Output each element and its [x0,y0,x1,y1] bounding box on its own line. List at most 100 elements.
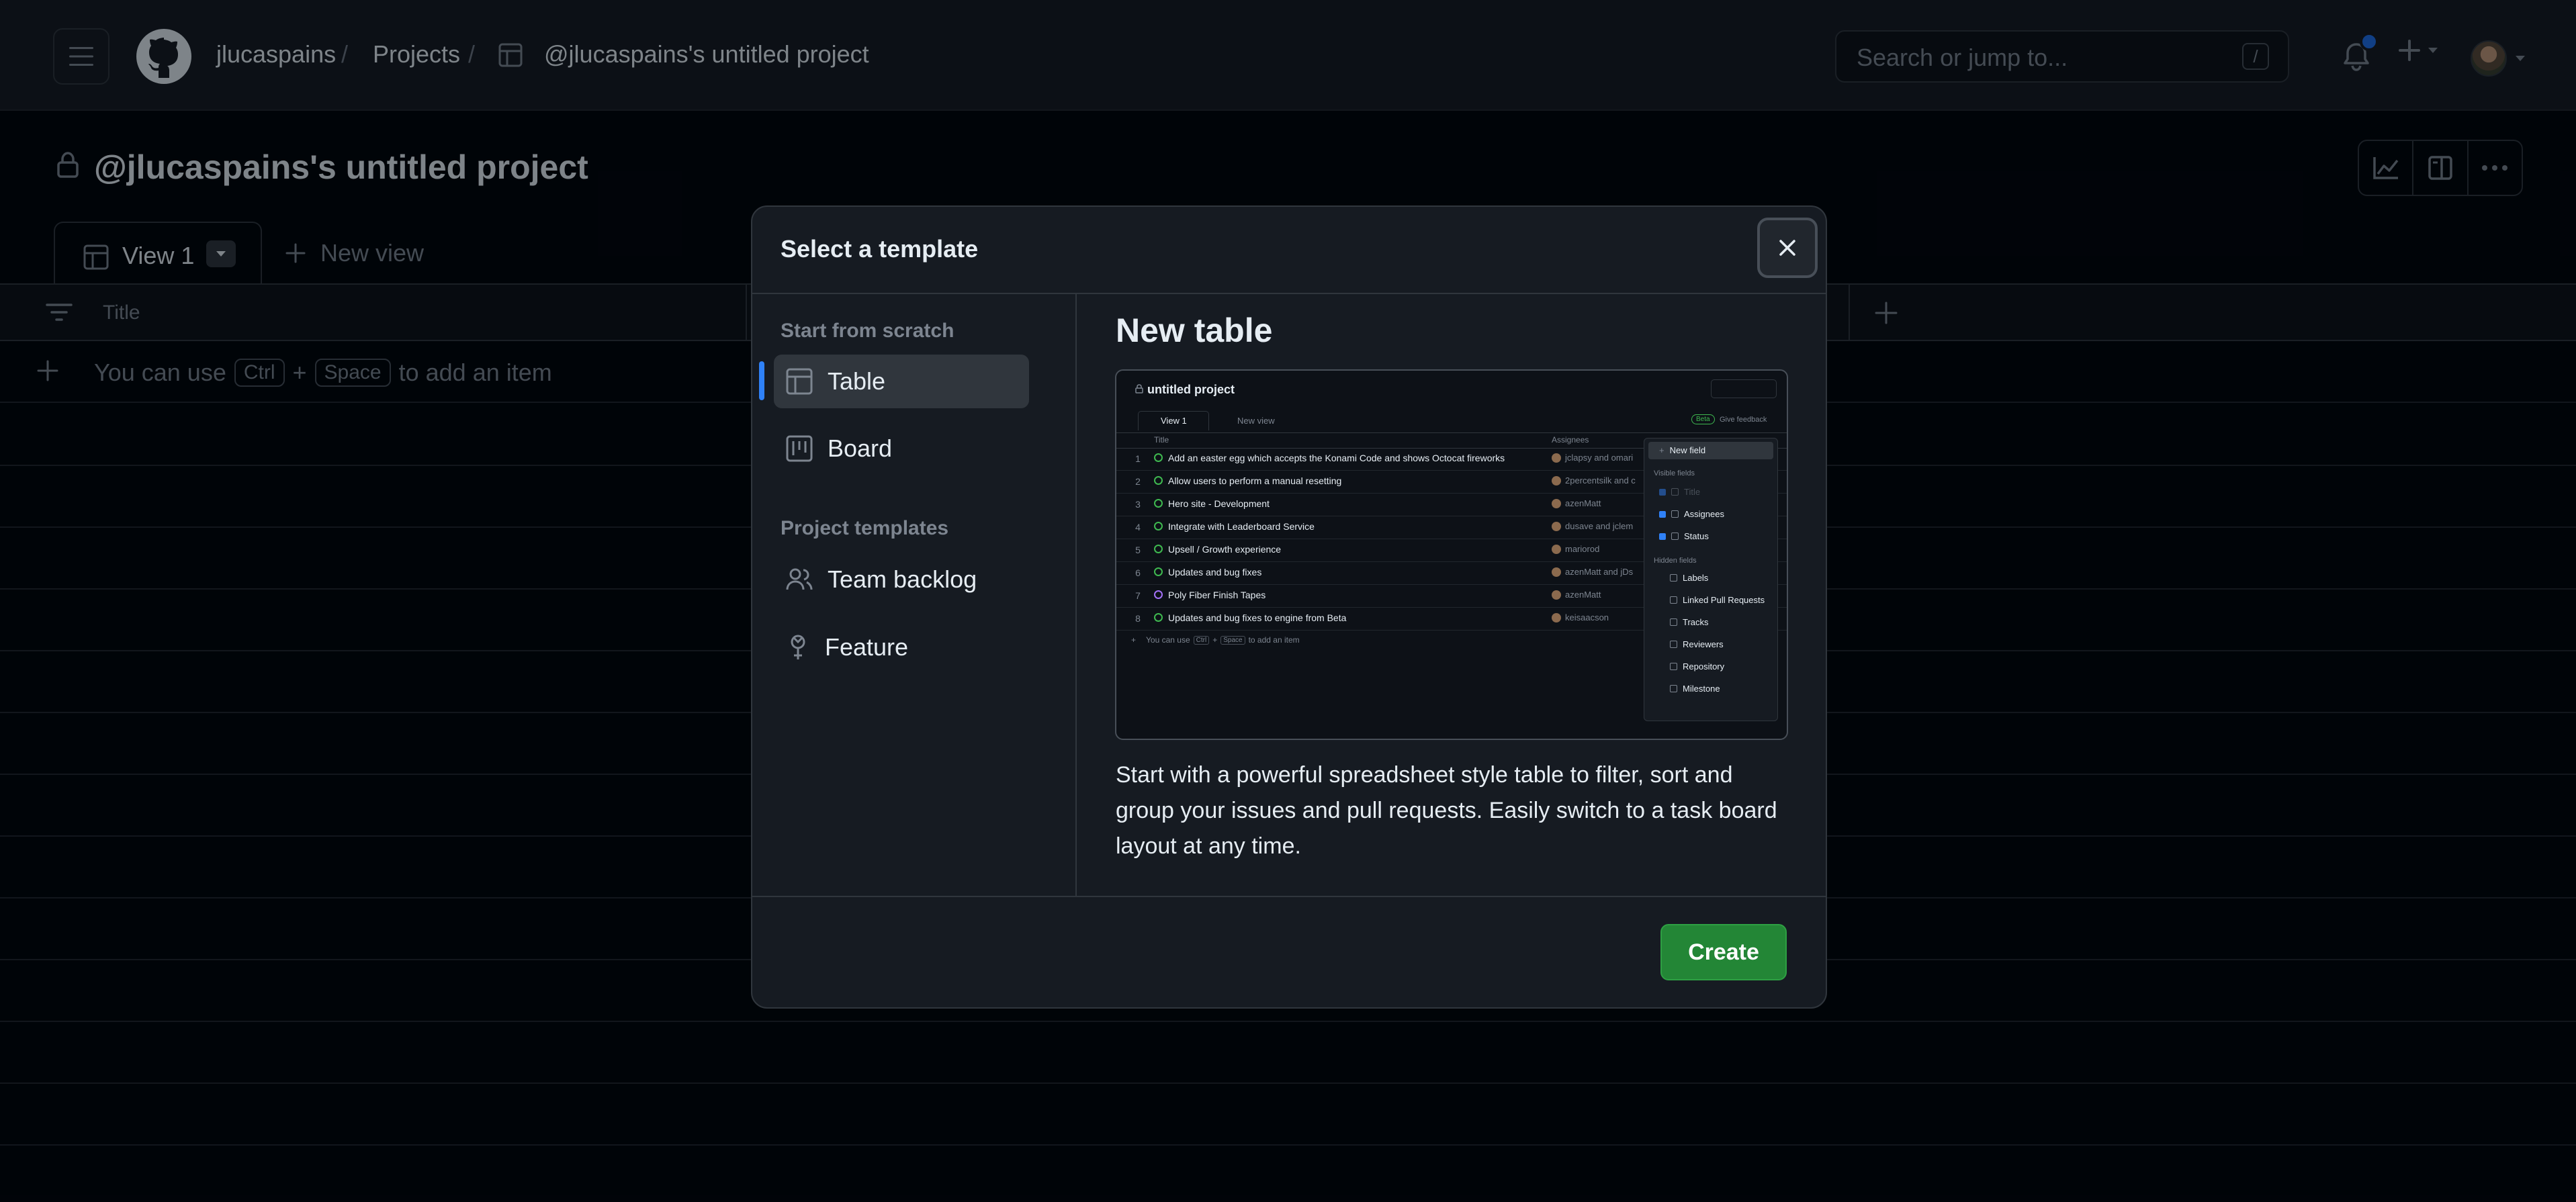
row-assignees: 2percentsilk and c [1552,475,1636,486]
menu-section-heading: Visible fields [1654,469,1695,477]
avatar [1552,498,1561,508]
menu-label: Milestone [1683,684,1720,694]
row-assignees: dusave and jclem [1552,521,1633,531]
row-num: 3 [1135,499,1141,510]
board-icon [786,435,813,462]
field-icon [1670,618,1677,626]
row-num: 1 [1135,453,1141,464]
issue-open-icon [1154,453,1163,462]
menu-item: Milestone [1670,684,1720,694]
menu-label: Labels [1683,573,1709,583]
template-preview: untitled project View 1 New view Beta Gi… [1115,369,1788,740]
divider [752,896,1826,897]
field-icon [1670,574,1677,582]
row-title: Integrate with Leaderboard Service [1168,521,1315,532]
template-team-backlog[interactable]: Team backlog [774,553,1029,606]
space-key: Space [1220,635,1245,645]
field-icon [1671,533,1679,540]
issue-open-icon [1154,613,1163,622]
menu-item: Reviewers [1670,639,1724,649]
people-icon [786,568,813,590]
dialog-title: Select a template [781,235,979,263]
row-assignees: keisaacson [1552,612,1609,622]
issue-open-icon [1154,476,1163,485]
issue-open-icon [1154,545,1163,553]
field-icon [1670,641,1677,648]
avatar [1552,544,1561,554]
menu-item: Title [1659,487,1700,497]
assignee-text: azenMatt [1565,590,1601,600]
menu-label: Repository [1683,661,1725,672]
row-title: Add an easter egg which accepts the Kona… [1168,453,1505,463]
assignee-text: azenMatt and jDs [1565,567,1634,577]
preview-title: New table [1116,312,1273,349]
lock-icon [1135,384,1143,394]
preview-view-label: View 1 [1161,416,1187,426]
issue-open-icon [1154,522,1163,530]
row-assignees: jclapsy and omari [1552,453,1633,463]
field-icon [1670,685,1677,692]
menu-item: Tracks [1670,617,1709,627]
checkbox-icon [1659,488,1666,496]
hint-text: You can use [1146,635,1190,645]
preview-fields-menu: + New field Visible fields Title Assignee… [1644,438,1778,721]
menu-label: New field [1669,445,1706,455]
issue-open-icon [1154,499,1163,508]
avatar [1552,612,1561,622]
template-description: Start with a powerful spreadsheet style … [1116,762,1777,859]
menu-item: Labels [1670,573,1708,583]
menu-section-heading: Hidden fields [1654,557,1697,565]
row-title: Hero site - Development [1168,498,1270,509]
checkbox-icon [1659,533,1666,540]
preview-beta-badge: Beta [1691,414,1715,424]
checkbox-icon [1659,510,1666,518]
create-button[interactable]: Create [1660,924,1787,980]
avatar [1552,453,1561,463]
plus-icon: + [1131,635,1137,645]
template-feature[interactable]: Feature [774,620,1029,674]
assignee-text: dusave and jclem [1565,521,1634,531]
assignee-text: azenMatt [1565,498,1601,508]
select-template-dialog: Select a template Start from scratch Tab… [751,205,1827,1009]
avatar [1552,590,1561,600]
template-table[interactable]: Table [774,355,1029,408]
row-title: Updates and bug fixes [1168,567,1262,577]
row-num: 6 [1135,567,1141,578]
menu-item: Status [1659,531,1709,541]
menu-label: Assignees [1684,509,1724,519]
avatar [1552,521,1561,531]
menu-label: Tracks [1683,617,1709,627]
preview-feedback: Give feedback [1720,416,1767,424]
row-title: Allow users to perform a manual resettin… [1168,475,1342,486]
plus-icon: + [1659,445,1664,455]
menu-item: Linked Pull Requests [1670,595,1765,605]
preview-project-title: untitled project [1147,383,1235,396]
row-title: Upsell / Growth experience [1168,544,1282,555]
assignee-text: 2percentsilk and c [1565,475,1636,486]
issue-open-icon [1154,567,1163,576]
menu-item: Assignees [1659,509,1724,519]
menu-label: Linked Pull Requests [1683,595,1765,605]
divider [1075,294,1077,896]
field-icon [1670,663,1677,670]
avatar [1552,567,1561,577]
selection-indicator [759,361,764,400]
assignee-text: mariorod [1565,544,1600,554]
section-heading-scratch: Start from scratch [781,320,954,342]
row-assignees: azenMatt and jDs [1552,567,1633,577]
template-label: Board [828,434,893,462]
preview-col-assignees: Assignees [1552,435,1589,445]
table-icon [786,368,813,395]
template-label: Team backlog [828,565,977,593]
close-icon [1779,240,1795,256]
template-board[interactable]: Board [774,422,1029,475]
section-heading-templates: Project templates [781,517,949,539]
close-button[interactable] [1757,218,1818,278]
hint-text: to add an item [1248,635,1300,645]
feature-icon [791,635,805,659]
row-assignees: azenMatt [1552,498,1601,508]
template-label: Feature [825,633,909,661]
row-title: Poly Fiber Finish Tapes [1168,590,1266,600]
menu-label: Reviewers [1683,639,1724,649]
row-num: 2 [1135,476,1141,487]
